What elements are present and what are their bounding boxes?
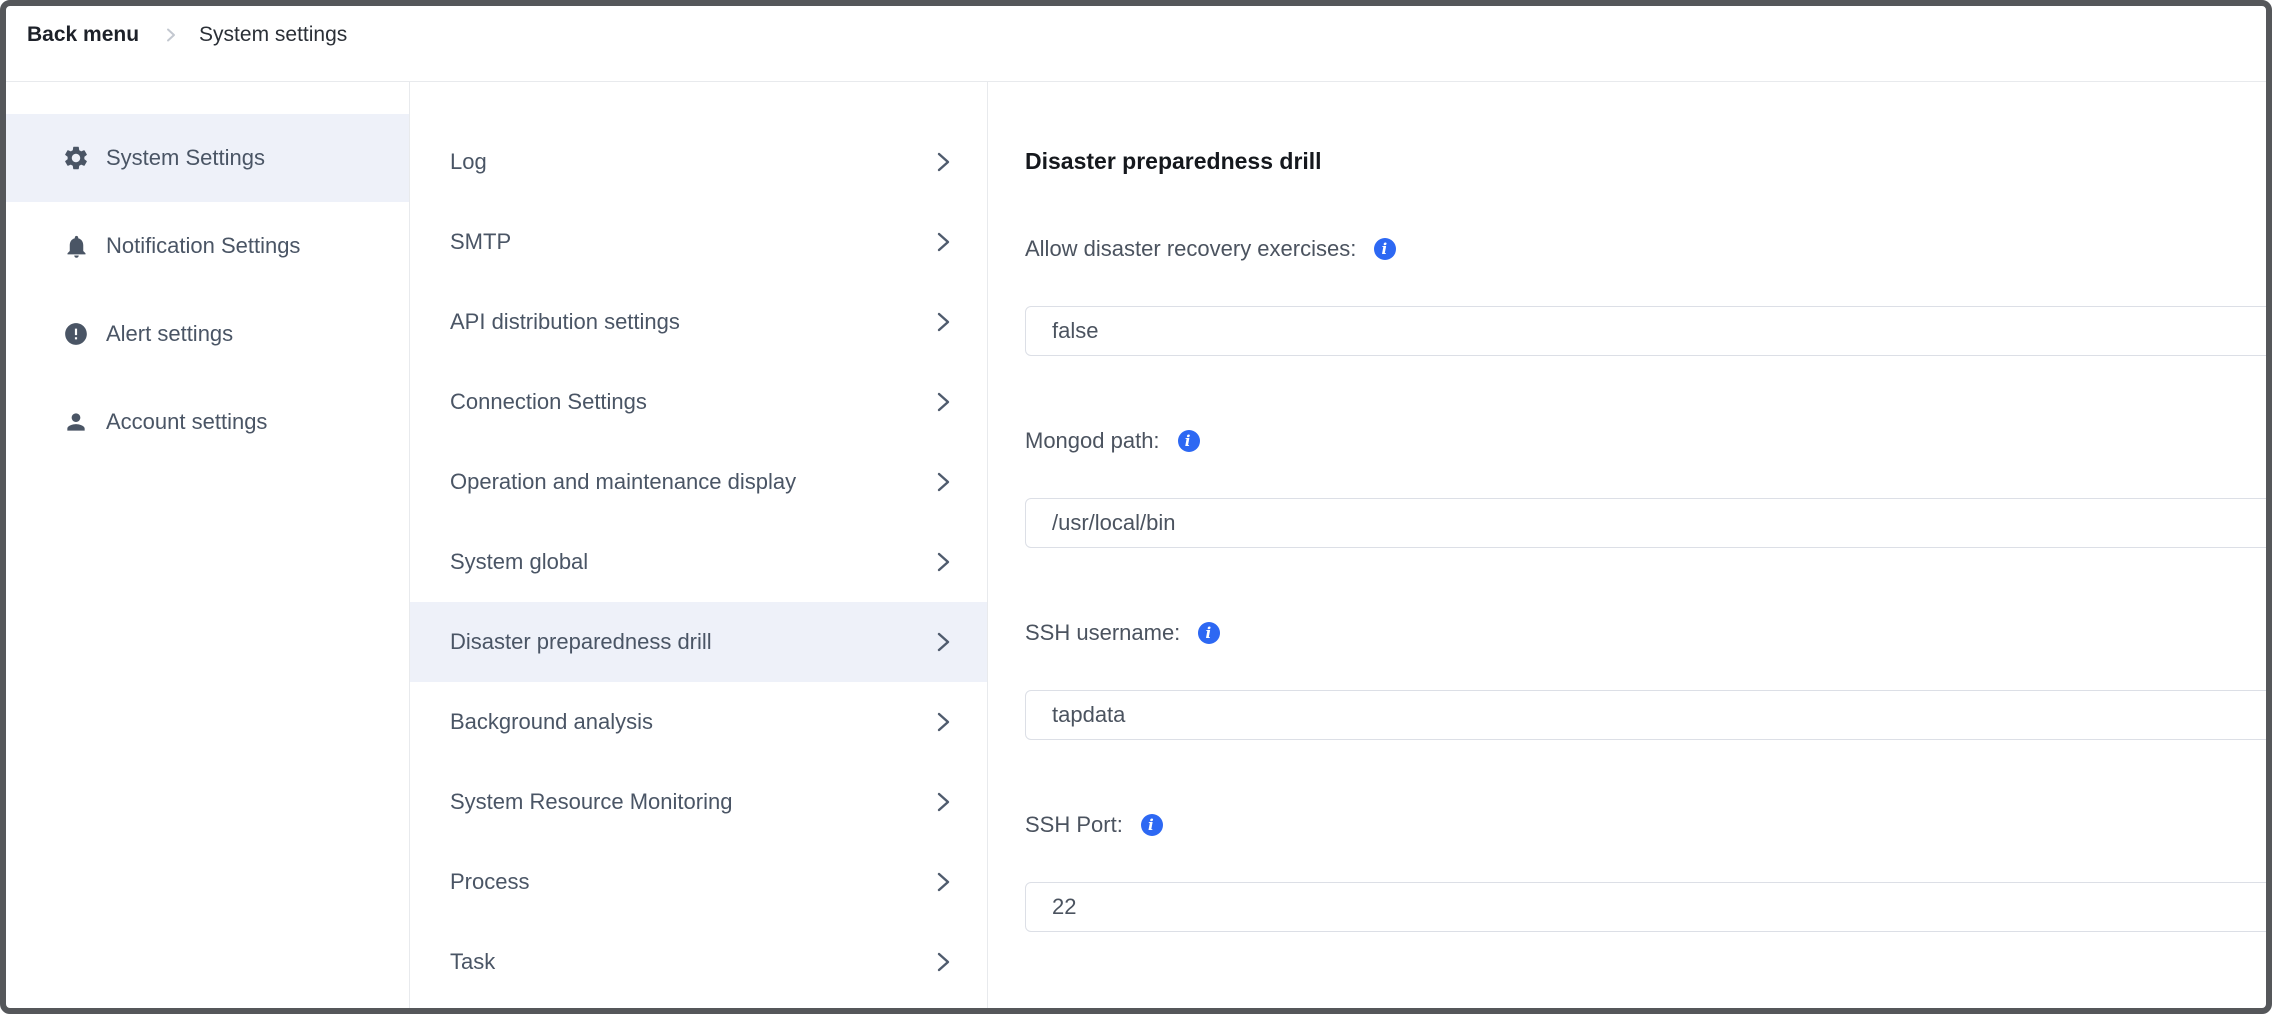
menu-item-label: System global (450, 549, 588, 575)
field-ssh-username: SSH username: i (1025, 620, 2266, 740)
menu-item-label: System Resource Monitoring (450, 789, 732, 815)
chevron-right-icon (936, 710, 951, 734)
info-icon[interactable]: i (1374, 238, 1396, 260)
chevron-right-icon (936, 790, 951, 814)
menu-item-label: Task (450, 949, 495, 975)
settings-menu: Log SMTP API distribution settings Conne… (410, 82, 988, 1008)
ssh-port-input[interactable] (1025, 882, 2266, 932)
chevron-right-icon (936, 310, 951, 334)
mongod-path-input[interactable] (1025, 498, 2266, 548)
settings-sidebar: System Settings Notification Settings Al… (6, 82, 410, 1008)
sidebar-item-label: Alert settings (106, 321, 233, 347)
settings-detail-panel: Disaster preparedness drill Allow disast… (988, 82, 2266, 1008)
info-icon[interactable]: i (1198, 622, 1220, 644)
menu-item-api-distribution-settings[interactable]: API distribution settings (410, 282, 987, 362)
menu-item-label: SMTP (450, 229, 511, 255)
breadcrumb-back-link[interactable]: Back menu (27, 20, 139, 50)
chevron-right-icon (936, 950, 951, 974)
ssh-username-input[interactable] (1025, 690, 2266, 740)
menu-item-label: Disaster preparedness drill (450, 629, 712, 655)
chevron-right-icon (936, 630, 951, 654)
menu-item-process[interactable]: Process (410, 842, 987, 922)
chevron-right-icon (936, 230, 951, 254)
sidebar-item-alert-settings[interactable]: Alert settings (6, 290, 409, 378)
app-window: Back menu System settings System Setting… (0, 0, 2272, 1014)
menu-item-system-resource-monitoring[interactable]: System Resource Monitoring (410, 762, 987, 842)
breadcrumb-current-page: System settings (199, 20, 347, 50)
bell-icon (62, 232, 90, 260)
field-label: SSH username: (1025, 620, 1180, 646)
field-allow-disaster-recovery: Allow disaster recovery exercises: i (1025, 236, 2266, 356)
menu-item-label: Operation and maintenance display (450, 469, 796, 495)
field-ssh-port: SSH Port: i (1025, 812, 2266, 932)
allow-disaster-recovery-input[interactable] (1025, 306, 2266, 356)
sidebar-item-label: Account settings (106, 409, 267, 435)
info-icon[interactable]: i (1141, 814, 1163, 836)
chevron-right-icon (936, 390, 951, 414)
field-label: Allow disaster recovery exercises: (1025, 236, 1356, 262)
menu-item-label: Background analysis (450, 709, 653, 735)
chevron-right-icon (936, 470, 951, 494)
menu-item-label: Log (450, 149, 487, 175)
menu-item-label: API distribution settings (450, 309, 680, 335)
menu-item-smtp[interactable]: SMTP (410, 202, 987, 282)
sidebar-item-account-settings[interactable]: Account settings (6, 378, 409, 466)
alert-circle-icon (62, 320, 90, 348)
person-icon (62, 408, 90, 436)
gear-icon (62, 144, 90, 172)
sidebar-item-system-settings[interactable]: System Settings (6, 114, 409, 202)
sidebar-item-notification-settings[interactable]: Notification Settings (6, 202, 409, 290)
chevron-right-icon (936, 870, 951, 894)
info-icon[interactable]: i (1178, 430, 1200, 452)
menu-item-label: Connection Settings (450, 389, 647, 415)
field-mongod-path: Mongod path: i (1025, 428, 2266, 548)
menu-item-disaster-preparedness-drill[interactable]: Disaster preparedness drill (410, 602, 987, 682)
field-label: Mongod path: (1025, 428, 1160, 454)
page-title: Disaster preparedness drill (1025, 146, 2266, 176)
menu-item-system-global[interactable]: System global (410, 522, 987, 602)
chevron-right-icon (936, 150, 951, 174)
field-label: SSH Port: (1025, 812, 1123, 838)
main-area: System Settings Notification Settings Al… (6, 82, 2266, 1008)
breadcrumb: Back menu System settings (6, 6, 2266, 82)
menu-item-task[interactable]: Task (410, 922, 987, 1002)
menu-item-background-analysis[interactable]: Background analysis (410, 682, 987, 762)
sidebar-item-label: System Settings (106, 145, 265, 171)
menu-item-connection-settings[interactable]: Connection Settings (410, 362, 987, 442)
menu-item-operation-maintenance-display[interactable]: Operation and maintenance display (410, 442, 987, 522)
menu-item-log[interactable]: Log (410, 122, 987, 202)
breadcrumb-chevron-icon (163, 20, 179, 50)
menu-item-label: Process (450, 869, 529, 895)
sidebar-item-label: Notification Settings (106, 233, 300, 259)
chevron-right-icon (936, 550, 951, 574)
